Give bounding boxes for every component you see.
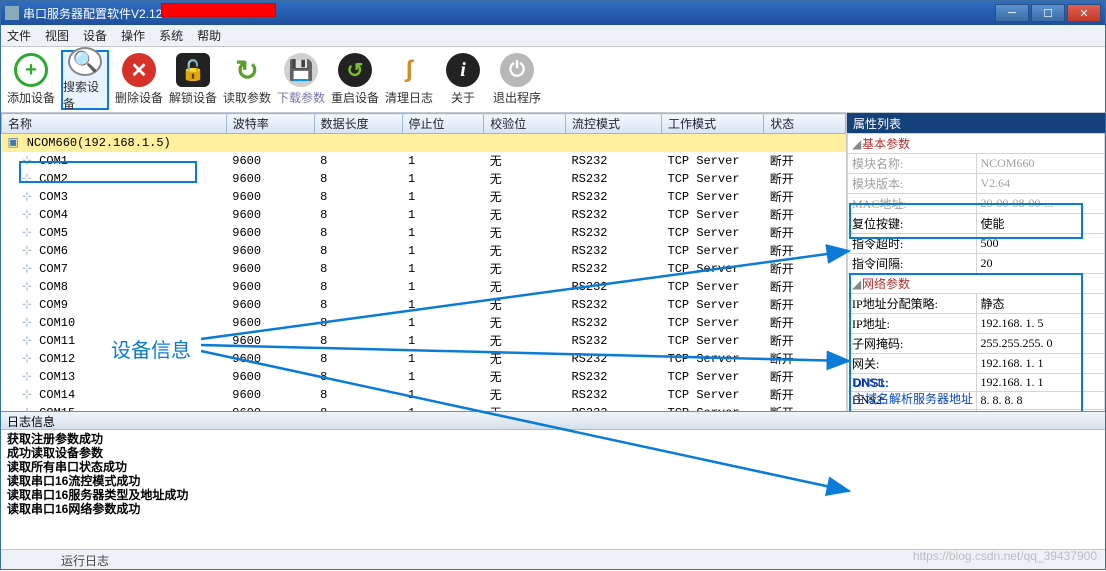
menu-help[interactable]: 帮助 (197, 27, 221, 44)
prop-module-version: 模块版本:V2.64 (848, 174, 1105, 194)
table-header-row: 名称 波特率 数据长度 停止位 校验位 流控模式 工作模式 状态 (2, 114, 846, 134)
col-name[interactable]: 名称 (2, 114, 227, 134)
table-row[interactable]: ⊹ COM5960081无RS232TCP Server断开 (2, 224, 846, 242)
table-row[interactable]: ⊹ COM1960081无RS232TCP Server断开 (2, 152, 846, 170)
table-row[interactable]: ⊹ COM3960081无RS232TCP Server断开 (2, 188, 846, 206)
property-description: DNS1: 主域名解析服务器地址 (847, 374, 1105, 409)
table-row[interactable]: ⊹ COM13960081无RS232TCP Server断开 (2, 368, 846, 386)
table-row[interactable]: ⊹ COM6960081无RS232TCP Server断开 (2, 242, 846, 260)
log-body: 获取注册参数成功成功读取设备参数读取所有串口状态成功读取串口16流控模式成功读取… (1, 430, 1105, 518)
col-parity[interactable]: 校验位 (484, 114, 566, 134)
main-content: 名称 波特率 数据长度 停止位 校验位 流控模式 工作模式 状态 ▣ NCOM6… (1, 113, 1105, 411)
col-flow[interactable]: 流控模式 (565, 114, 661, 134)
annotation-label: 设备信息 (109, 334, 193, 363)
add-device-button[interactable]: +添加设备 (7, 50, 55, 110)
device-table-area: 名称 波特率 数据长度 停止位 校验位 流控模式 工作模式 状态 ▣ NCOM6… (1, 113, 847, 411)
reboot-icon: ↺ (338, 53, 372, 87)
clear-log-button[interactable]: ʃ清理日志 (385, 50, 433, 110)
menu-operate[interactable]: 操作 (121, 27, 145, 44)
power-icon: ⏻ (500, 53, 534, 87)
log-line: 读取串口16服务器类型及地址成功 (7, 488, 1099, 502)
save-icon: 💾 (284, 53, 318, 87)
table-row[interactable]: ⊹ COM2960081无RS232TCP Server断开 (2, 170, 846, 188)
prop-mask[interactable]: 子网掩码:255.255.255. 0 (848, 334, 1105, 354)
exit-button[interactable]: ⏻退出程序 (493, 50, 541, 110)
broom-icon: ʃ (392, 53, 426, 87)
table-row[interactable]: ⊹ COM15960081无RS232TCP Server断开 (2, 404, 846, 412)
col-stop[interactable]: 停止位 (402, 114, 484, 134)
window-title: 串口服务器配置软件V2.12 (23, 5, 162, 22)
table-row[interactable]: ⊹ COM8960081无RS232TCP Server断开 (2, 278, 846, 296)
close-button[interactable]: ✕ (1067, 4, 1101, 22)
delete-icon: ✕ (122, 53, 156, 87)
unlock-icon: 🔓 (176, 53, 210, 87)
table-body: ▣ NCOM660(192.168.1.5) ⊹ COM1960081无RS23… (2, 134, 846, 412)
col-state[interactable]: 状态 (764, 114, 846, 134)
delete-device-button[interactable]: ✕删除设备 (115, 50, 163, 110)
menu-file[interactable]: 文件 (7, 27, 31, 44)
table-row[interactable]: ⊹ COM14960081无RS232TCP Server断开 (2, 386, 846, 404)
col-bits[interactable]: 数据长度 (314, 114, 402, 134)
table-row[interactable]: ⊹ COM7960081无RS232TCP Server断开 (2, 260, 846, 278)
titlebar[interactable]: 串口服务器配置软件V2.12 ─ ☐ ✕ (1, 1, 1105, 25)
table-row[interactable]: ⊹ COM9960081无RS232TCP Server断开 (2, 296, 846, 314)
property-table: ◢基本参数 模块名称:NCOM660 模块版本:V2.64 MAC地址:20-0… (847, 133, 1105, 411)
prop-reset-key[interactable]: 复位按键:使能 (848, 214, 1105, 234)
redacted-region (161, 3, 276, 17)
prop-ip[interactable]: IP地址:192.168. 1. 5 (848, 314, 1105, 334)
menubar: 文件 视图 设备 操作 系统 帮助 (1, 25, 1105, 47)
menu-device[interactable]: 设备 (83, 27, 107, 44)
magnifier-icon: 🔍 (68, 47, 102, 76)
log-line: 读取所有串口状态成功 (7, 460, 1099, 474)
status-text: 运行日志 (61, 554, 109, 568)
prop-gateway[interactable]: 网关:192.168. 1. 1 (848, 354, 1105, 374)
property-header: 属性列表 (847, 113, 1105, 133)
table-row[interactable]: ⊹ COM4960081无RS232TCP Server断开 (2, 206, 846, 224)
maximize-button[interactable]: ☐ (1031, 4, 1065, 22)
refresh-icon: ↻ (230, 53, 264, 87)
unlock-device-button[interactable]: 🔓解锁设备 (169, 50, 217, 110)
property-panel: 属性列表 ◢基本参数 模块名称:NCOM660 模块版本:V2.64 MAC地址… (847, 113, 1105, 411)
col-baud[interactable]: 波特率 (226, 114, 314, 134)
log-line: 读取串口16流控模式成功 (7, 474, 1099, 488)
app-window: 串口服务器配置软件V2.12 ─ ☐ ✕ 文件 视图 设备 操作 系统 帮助 +… (0, 0, 1106, 570)
log-line: 成功读取设备参数 (7, 446, 1099, 460)
about-button[interactable]: i关于 (439, 50, 487, 110)
section-network[interactable]: ◢网络参数 (848, 274, 1105, 294)
plus-icon: + (14, 53, 48, 87)
log-header: 日志信息 (1, 412, 1105, 430)
log-line: 获取注册参数成功 (7, 432, 1099, 446)
watermark: https://blog.csdn.net/qq_39437900 (913, 549, 1097, 563)
section-basic[interactable]: ◢基本参数 (848, 134, 1105, 154)
log-panel: 日志信息 获取注册参数成功成功读取设备参数读取所有串口状态成功读取串口16流控模… (1, 411, 1105, 521)
search-device-button[interactable]: 🔍搜索设备 (61, 50, 109, 110)
app-icon (5, 6, 19, 20)
minimize-button[interactable]: ─ (995, 4, 1029, 22)
table-row[interactable]: ⊹ COM10960081无RS232TCP Server断开 (2, 314, 846, 332)
prop-cmd-timeout[interactable]: 指令超时:500 (848, 234, 1105, 254)
download-params-button[interactable]: 💾下载参数 (277, 50, 325, 110)
log-line: 读取串口16网络参数成功 (7, 502, 1099, 516)
menu-view[interactable]: 视图 (45, 27, 69, 44)
toolbar: +添加设备 🔍搜索设备 ✕删除设备 🔓解锁设备 ↻读取参数 💾下载参数 ↺重启设… (1, 47, 1105, 113)
prop-mac: MAC地址:20-00-08-00-... (848, 194, 1105, 214)
window-buttons: ─ ☐ ✕ (995, 4, 1101, 22)
property-body: ◢基本参数 模块名称:NCOM660 模块版本:V2.64 MAC地址:20-0… (847, 133, 1105, 411)
device-row[interactable]: ▣ NCOM660(192.168.1.5) (2, 134, 846, 152)
col-mode[interactable]: 工作模式 (662, 114, 764, 134)
info-icon: i (446, 53, 480, 87)
prop-ip-policy[interactable]: IP地址分配策略:静态 (848, 294, 1105, 314)
read-params-button[interactable]: ↻读取参数 (223, 50, 271, 110)
device-table: 名称 波特率 数据长度 停止位 校验位 流控模式 工作模式 状态 ▣ NCOM6… (1, 113, 846, 411)
prop-cmd-interval[interactable]: 指令间隔:20 (848, 254, 1105, 274)
reboot-device-button[interactable]: ↺重启设备 (331, 50, 379, 110)
prop-module-name: 模块名称:NCOM660 (848, 154, 1105, 174)
menu-system[interactable]: 系统 (159, 27, 183, 44)
